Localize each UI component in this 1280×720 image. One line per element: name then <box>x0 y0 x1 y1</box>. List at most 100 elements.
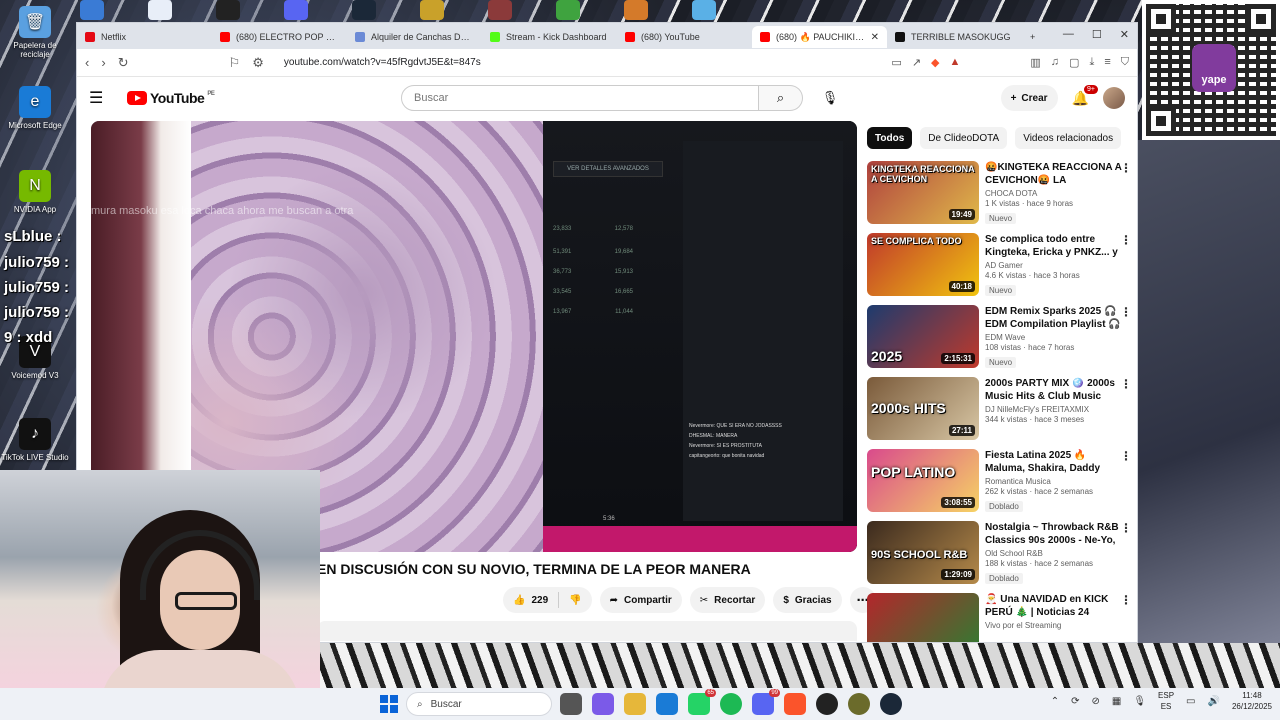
clip-button[interactable]: ✂ Recortar <box>689 587 766 613</box>
recommendation-item[interactable]: 2000s HITS 27:11 2000s PARTY MIX 🪩 2000s… <box>867 377 1132 441</box>
kebab-menu-icon[interactable]: ⋮ <box>1120 161 1132 175</box>
steam-icon[interactable] <box>880 693 902 715</box>
recommendation-title[interactable]: Se complica todo entre Kingteka, Ericka … <box>985 233 1123 259</box>
menu-icon[interactable]: ≡ <box>1104 56 1110 69</box>
thumbnail[interactable]: SE COMPLICA TODO 40:18 <box>867 233 979 296</box>
shortcut-icon[interactable] <box>692 0 716 20</box>
recommendation-item[interactable]: KINGTEKA REACCIONA A CEVICHON 19:49 🤬KIN… <box>867 161 1132 225</box>
app-tray-icon[interactable]: ▦ <box>1112 696 1121 707</box>
chip-related[interactable]: Videos relacionados <box>1015 127 1122 149</box>
recommendation-item[interactable]: 2025 2:15:31 EDM Remix Sparks 2025 🎧 EDM… <box>867 305 1132 369</box>
chip-all[interactable]: Todos <box>867 127 913 149</box>
language-indicator[interactable]: ESP ES <box>1158 690 1174 712</box>
taskbar-search-input[interactable]: ⌕ Buscar <box>406 692 552 716</box>
brave-icon[interactable] <box>784 693 806 715</box>
browser-tab[interactable]: Netflix <box>77 26 212 48</box>
browser-tab[interactable]: TERRIBLE MASOKUGG <box>887 26 1022 48</box>
shortcut-icon[interactable] <box>352 0 376 20</box>
download-icon[interactable]: ⤓ <box>1089 56 1094 69</box>
desktop-icon-nvidia[interactable]: N NVIDIA App <box>0 170 70 214</box>
brave-shield-icon[interactable]: ◆ <box>931 56 939 69</box>
shortcut-icon[interactable] <box>216 0 240 20</box>
network-icon[interactable]: ⊘ <box>1091 696 1099 707</box>
chevron-up-icon[interactable]: ⌃ <box>1051 696 1059 707</box>
avatar[interactable] <box>1103 87 1125 109</box>
share-button[interactable]: ➦ Compartir <box>599 587 682 613</box>
kebab-menu-icon[interactable]: ⋮ <box>1120 377 1132 391</box>
shortcut-icon[interactable] <box>284 0 308 20</box>
cast-icon[interactable]: ▭ <box>891 56 901 69</box>
kebab-menu-icon[interactable]: ⋮ <box>1120 233 1132 247</box>
microphone-icon[interactable]: 🎙 <box>1133 696 1146 707</box>
desktop-icon-edge[interactable]: e Microsoft Edge <box>0 86 70 130</box>
description-box[interactable] <box>317 621 857 641</box>
file-explorer-icon[interactable] <box>560 693 582 715</box>
browser-tab[interactable]: Stream - Kick Dashboard <box>482 26 617 48</box>
shortcut-icon[interactable] <box>624 0 648 20</box>
minimize-icon[interactable]: — <box>1063 28 1074 41</box>
browser-tab-active[interactable]: (680) 🔥 PAUCHIKITA PI ✕ <box>752 26 887 48</box>
recommendation-channel[interactable]: DJ NilleMcFly's FREITAXMIX <box>985 405 1123 414</box>
search-input[interactable]: Buscar <box>401 85 759 111</box>
thanks-button[interactable]: $ Gracias <box>773 587 842 613</box>
maximize-icon[interactable]: ☐ <box>1092 28 1102 41</box>
site-info-icon[interactable]: ⚙ <box>252 55 264 71</box>
browser-tab[interactable]: Alquiler de Canchas Deporti <box>347 26 482 48</box>
kebab-menu-icon[interactable]: ⋮ <box>1120 521 1132 535</box>
recommendation-channel[interactable]: AD Gamer <box>985 261 1123 270</box>
vpn-icon[interactable]: ⛉ <box>1121 56 1129 69</box>
bookmark-icon[interactable]: ⚐ <box>229 55 241 71</box>
shortcut-icon[interactable] <box>488 0 512 20</box>
voice-search-button[interactable]: 🎙 <box>817 85 843 111</box>
recommendation-title[interactable]: 🤬KINGTEKA REACCIONA A CEVICHON🤬 LA DECAD… <box>985 161 1123 187</box>
recommendation-title[interactable]: 🎅 Una NAVIDAD en KICK PERÚ 🎄 | Noticias … <box>985 593 1123 619</box>
thumbnail[interactable] <box>867 593 979 642</box>
thumbnail[interactable]: 90S SCHOOL R&B 1:29:09 <box>867 521 979 584</box>
hamburger-menu-icon[interactable]: ☰ <box>89 88 113 108</box>
thumbnail[interactable]: 2025 2:15:31 <box>867 305 979 368</box>
recommendation-item[interactable]: POP LATINO 3:08:55 Fiesta Latina 2025 🔥 … <box>867 449 1132 513</box>
shortcut-icon[interactable] <box>556 0 580 20</box>
recommendation-item[interactable]: 🎅 Una NAVIDAD en KICK PERÚ 🎄 | Noticias … <box>867 593 1132 642</box>
music-icon[interactable]: ♫ <box>1051 56 1059 69</box>
browser-tab[interactable]: (680) ELECTRO POP MIX 2025 <box>212 26 347 48</box>
notifications-button[interactable]: 🔔 9+ <box>1072 84 1098 107</box>
tab-search-icon[interactable]: ▢ <box>1069 56 1079 69</box>
volume-icon[interactable]: 🔊 <box>1208 696 1220 707</box>
recommendation-title[interactable]: EDM Remix Sparks 2025 🎧 EDM Compilation … <box>985 305 1123 331</box>
chip-channel[interactable]: De ClideoDOTA <box>920 127 1008 149</box>
windows-start-button[interactable] <box>380 695 398 713</box>
sync-icon[interactable]: ⟳ <box>1071 696 1079 707</box>
recommendation-channel[interactable]: CHOCA DOTA <box>985 189 1123 198</box>
copilot-icon[interactable] <box>592 693 614 715</box>
clock[interactable]: 11:48 26/12/2025 <box>1232 690 1272 712</box>
shortcut-icon[interactable] <box>420 0 444 20</box>
recommendation-channel[interactable]: Romantica Musica <box>985 477 1123 486</box>
forward-icon[interactable]: › <box>101 55 105 70</box>
new-tab-button[interactable]: + <box>1022 26 1052 48</box>
shortcut-icon[interactable] <box>148 0 172 20</box>
monitor-icon[interactable]: ▭ <box>1186 696 1195 707</box>
thumbnail[interactable]: 2000s HITS 27:11 <box>867 377 979 440</box>
shortcut-icon[interactable] <box>80 0 104 20</box>
recommendation-item[interactable]: 90S SCHOOL R&B 1:29:09 Nostalgia ~ Throw… <box>867 521 1132 585</box>
youtube-logo[interactable]: YouTube PE <box>127 90 215 106</box>
whatsapp-icon[interactable]: 65 <box>688 689 716 715</box>
thumbnail[interactable]: KINGTEKA REACCIONA A CEVICHON 19:49 <box>867 161 979 224</box>
desktop-icon-tiktok[interactable]: ♪ TikTok LIVE Studio <box>0 418 70 462</box>
discord-icon[interactable]: 99 <box>752 689 780 715</box>
rewards-icon[interactable]: ▲ <box>950 56 961 69</box>
create-button[interactable]: + Crear <box>1000 85 1058 111</box>
browser-tab[interactable]: (680) YouTube <box>617 26 752 48</box>
close-icon[interactable]: ✕ <box>1120 28 1129 41</box>
recommendation-item[interactable]: SE COMPLICA TODO 40:18 Se complica todo … <box>867 233 1132 297</box>
like-button[interactable]: 👍 229 <box>503 587 558 613</box>
recommendation-channel[interactable]: EDM Wave <box>985 333 1123 342</box>
recommendation-title[interactable]: Fiesta Latina 2025 🔥 Maluma, Shakira, Da… <box>985 449 1123 475</box>
reload-icon[interactable]: ↻ <box>118 55 129 71</box>
kebab-menu-icon[interactable]: ⋮ <box>1120 593 1132 607</box>
kebab-menu-icon[interactable]: ⋮ <box>1120 305 1132 319</box>
recommendation-channel[interactable]: Vivo por el Streaming <box>985 621 1123 630</box>
dislike-button[interactable]: 👎 <box>559 587 591 613</box>
edge-icon[interactable] <box>656 693 678 715</box>
